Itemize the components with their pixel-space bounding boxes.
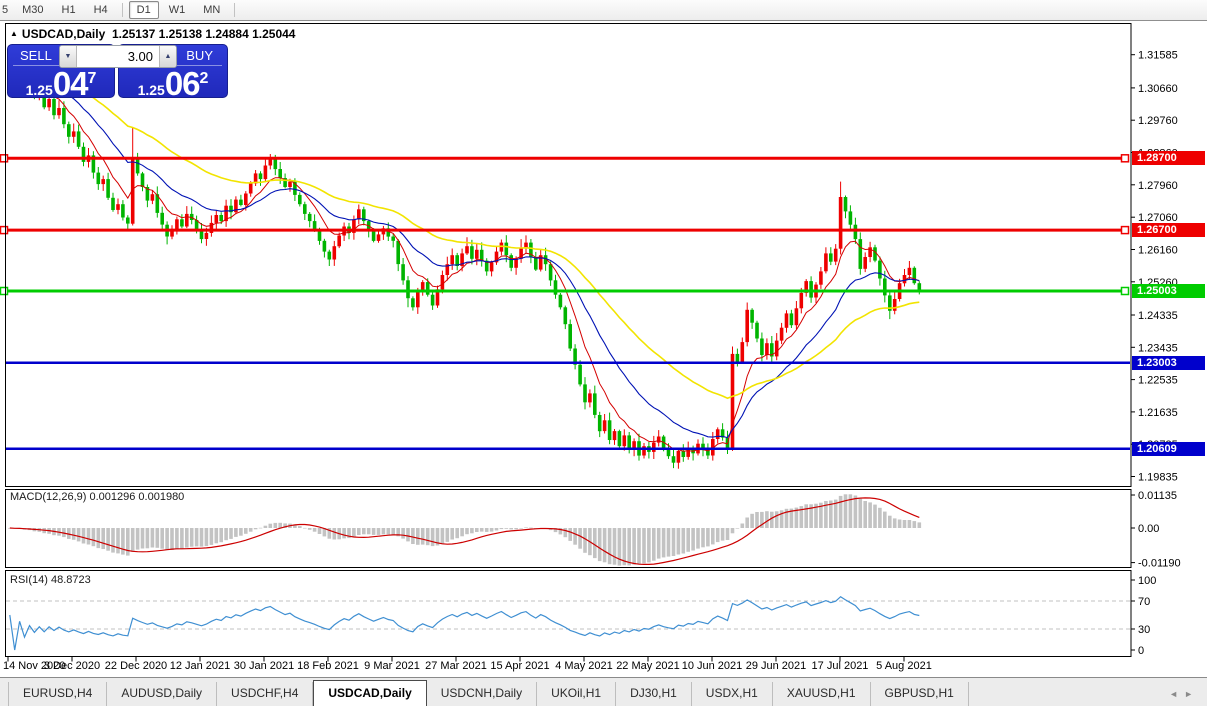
chart-title: ▲ USDCAD,Daily 1.25137 1.25138 1.24884 1.… [10,27,295,41]
rsi-label: RSI(14) 48.8723 [10,574,91,586]
timeframe-button-mn[interactable]: MN [195,1,228,19]
ask-price-small: 1.25 [137,82,165,98]
svg-text:1.24335: 1.24335 [1138,310,1178,322]
macd-values: 0.001296 0.001980 [89,491,185,503]
volume-control: ▼ 3.00 ▲ [59,45,177,68]
timeframe-toolbar: 5 M30 H1 H4 D1 W1 MN [0,0,1207,21]
scroll-right-icon[interactable]: ► [1184,689,1199,699]
tab-scroll-arrows[interactable]: ◄► [1169,689,1199,699]
svg-text:-0.01190: -0.01190 [1138,558,1181,570]
tab-usdcad-daily[interactable]: USDCAD,Daily [313,680,427,706]
volume-decrease-button[interactable]: ▼ [60,46,77,67]
svg-text:3 Dec 2020: 3 Dec 2020 [44,660,100,672]
svg-text:30 Jan 2021: 30 Jan 2021 [234,660,295,672]
svg-text:0.01135: 0.01135 [1138,490,1177,502]
ask-price: 1.25 06 2 [119,66,227,100]
chart-tab-bar: EURUSD,H4 AUDUSD,Daily USDCHF,H4 USDCAD,Dai… [0,677,1207,706]
svg-text:15 Apr 2021: 15 Apr 2021 [490,660,549,672]
svg-text:1.30660: 1.30660 [1138,83,1178,95]
timeframe-button-m30[interactable]: M30 [14,1,51,19]
svg-text:18 Feb 2021: 18 Feb 2021 [297,660,359,672]
tab-usdcnh-daily[interactable]: USDCNH,Daily [427,682,538,706]
tab-audusd-daily[interactable]: AUDUSD,Daily [107,682,218,706]
tab-usdchf-h4[interactable]: USDCHF,H4 [217,682,314,706]
ask-price-sup: 2 [199,70,209,87]
price-tag-1.28700: 1.28700 [1132,151,1205,165]
timeframe-button-w1[interactable]: W1 [161,1,194,19]
svg-text:1.31585: 1.31585 [1138,50,1178,62]
price-tag-1.25003: 1.25003 [1132,284,1205,298]
svg-text:0.00: 0.00 [1138,523,1159,535]
tab-ukoil-h1[interactable]: UKOil,H1 [537,682,617,706]
tab-xauusd-h1[interactable]: XAUUSD,H1 [773,682,871,706]
tab-gbpusd-h1[interactable]: GBPUSD,H1 [871,682,969,706]
svg-text:70: 70 [1138,596,1150,608]
timeframe-button-d1[interactable]: D1 [128,1,159,19]
sell-button[interactable]: SELL [8,48,52,63]
toolbar-divider [234,3,236,17]
buy-button[interactable]: BUY [186,48,227,63]
date-axis: 14 Nov 20203 Dec 2020 22 Dec 2020 12 Jan 2… [3,657,932,672]
svg-text:12 Jan 2021: 12 Jan 2021 [170,660,231,672]
tab-usdx-h1[interactable]: USDX,H1 [692,682,773,706]
svg-text:1.22535: 1.22535 [1138,375,1178,387]
bid-price-big: 04 [52,65,89,102]
timeframe-button-h4[interactable]: H4 [86,1,116,19]
svg-text:100: 100 [1138,575,1156,587]
svg-text:30: 30 [1138,624,1150,636]
volume-increase-button[interactable]: ▲ [159,46,176,67]
svg-text:1.27960: 1.27960 [1138,180,1178,192]
svg-text:27 Mar 2021: 27 Mar 2021 [425,660,487,672]
scroll-left-icon[interactable]: ◄ [1169,689,1184,699]
chevron-up-icon: ▲ [164,53,172,60]
svg-text:17 Jul 2021: 17 Jul 2021 [812,660,869,672]
timeframe-button-h1[interactable]: H1 [54,1,84,19]
price-tag-1.26700: 1.26700 [1132,223,1205,237]
rsi-axis: 100 70 30 0 [1131,575,1156,657]
tab-eurusd-h4[interactable]: EURUSD,H4 [8,682,108,706]
bid-price-small: 1.25 [25,82,53,98]
svg-text:22 May 2021: 22 May 2021 [616,660,680,672]
svg-text:1.23435: 1.23435 [1138,342,1178,354]
price-tag-1.20609: 1.20609 [1132,442,1205,456]
chart-symbol-period: USDCAD,Daily [21,27,106,41]
chevron-down-icon: ▼ [64,53,72,60]
svg-text:1.21635: 1.21635 [1138,407,1178,419]
volume-input[interactable]: 3.00 [77,46,159,67]
svg-text:1.19835: 1.19835 [1138,472,1178,484]
svg-text:5 Aug 2021: 5 Aug 2021 [876,660,932,672]
macd-axis: 0.01135 0.00 -0.01190 [1131,490,1181,570]
ask-price-big: 06 [164,65,201,102]
svg-text:1.29760: 1.29760 [1138,115,1178,127]
bid-price-sup: 7 [87,70,97,87]
timeframe-button-5[interactable]: 5 [0,1,12,19]
tab-dj30-h1[interactable]: DJ30,H1 [616,682,692,706]
svg-text:29 Jun 2021: 29 Jun 2021 [746,660,807,672]
toolbar-divider [121,3,123,17]
svg-text:0: 0 [1138,645,1144,657]
one-click-trading-panel: SELL 1.25 04 7 BUY 1.25 06 2 ▼ 3.00 ▲ [7,44,228,100]
price-axis: 1.315851.306601.297601.288601.279601.270… [1131,50,1178,484]
bid-price: 1.25 04 7 [8,66,114,100]
svg-text:1.26160: 1.26160 [1138,245,1178,257]
svg-text:9 Mar 2021: 9 Mar 2021 [364,660,420,672]
chart-ohlc-quotes: 1.25137 1.25138 1.24884 1.25044 [111,27,296,41]
macd-label: MACD(12,26,9) 0.001296 0.001980 [10,491,185,503]
svg-text:10 Jun 2021: 10 Jun 2021 [682,660,743,672]
rsi-value: 48.8723 [50,574,91,586]
price-tag-1.23003: 1.23003 [1132,356,1205,370]
price-chart[interactable]: 1.315851.306601.297601.288601.279601.270… [0,0,1207,706]
svg-text:22 Dec 2020: 22 Dec 2020 [105,660,167,672]
chart-symbol-triangle-icon: ▲ [10,29,18,38]
svg-text:4 May 2021: 4 May 2021 [555,660,612,672]
